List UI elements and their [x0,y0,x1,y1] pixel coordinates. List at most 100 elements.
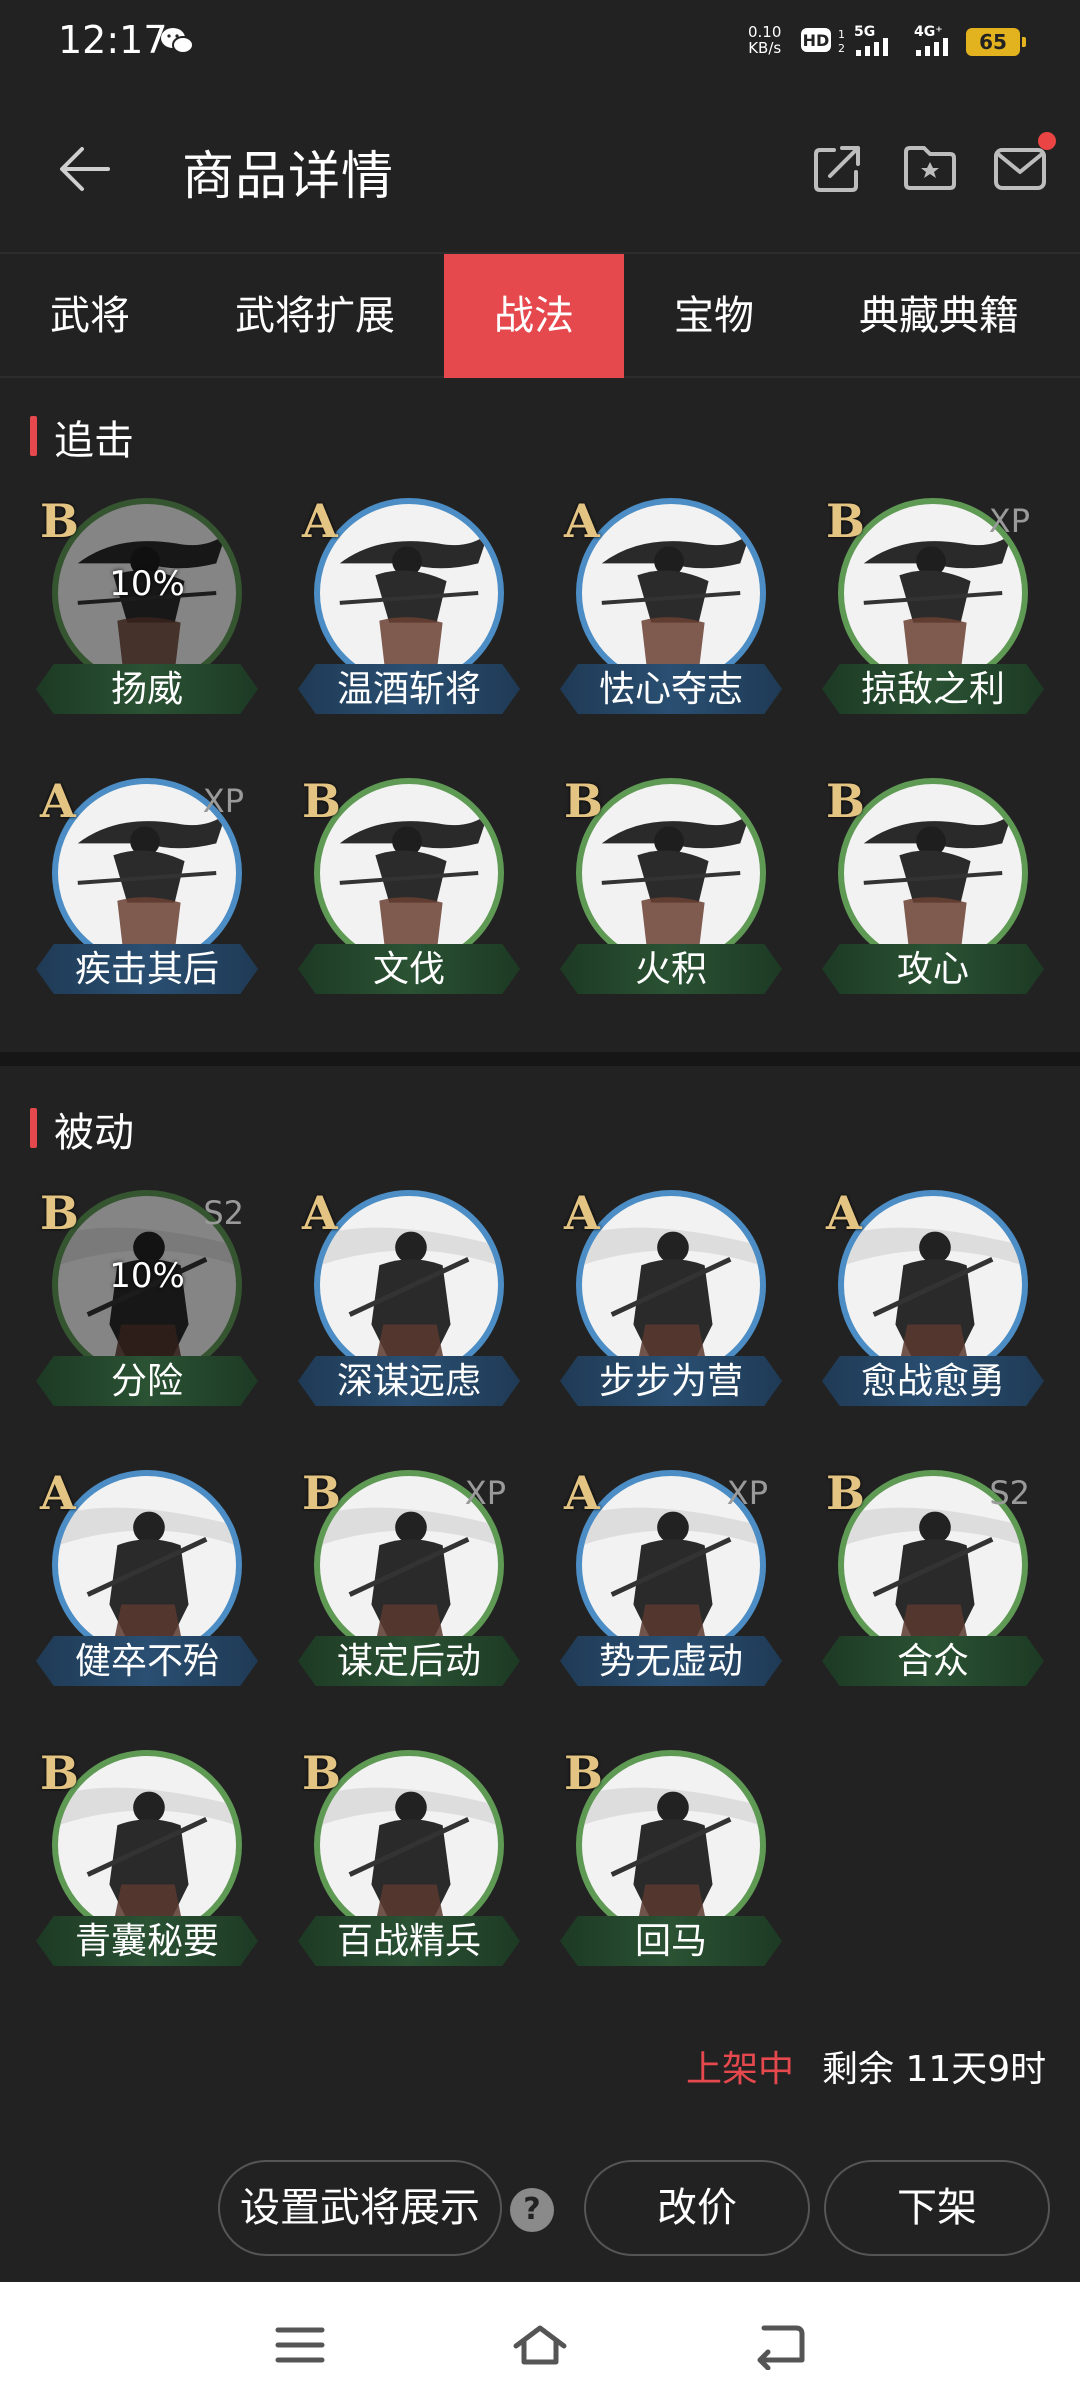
skill-portrait [314,778,504,968]
skill-grade-badge: A [40,1466,76,1520]
folder-star-icon[interactable] [900,138,960,198]
skill-grade-badge: B [302,774,341,828]
skill-card[interactable]: B XP 掠敌之利 [786,494,1044,754]
skill-grade-badge: A [302,494,338,548]
section-divider [0,1052,1080,1066]
skill-name: 回马 [634,1921,707,1962]
svg-text:5G: 5G [854,24,875,40]
skill-portrait [576,778,766,968]
skill-grade-badge: A [564,494,600,548]
skill-card[interactable]: B 青囊秘要 [0,1746,258,2006]
skill-card[interactable]: A 愈战愈勇 [786,1186,1044,1446]
skill-card[interactable]: A 怯心夺志 [524,494,782,754]
category-tabs: 武将 武将扩展 战法 宝物 典藏典籍 [0,252,1080,378]
skill-grade-badge: B [302,1466,341,1520]
skill-grade-badge: B [826,774,865,828]
skill-name: 健卒不殆 [74,1641,219,1682]
skill-portrait [576,1190,766,1380]
tab-generals-extension[interactable]: 武将扩展 [210,254,420,378]
skill-grade-badge: A [564,1186,600,1240]
skill-name: 掠敌之利 [860,669,1005,710]
section-title-pursuit: 追击 [30,408,134,466]
network-speed: 0.10 KB/s [748,23,782,57]
skill-season-tag: XP [726,1474,768,1512]
section-title-passive: 被动 [30,1100,134,1158]
warrior-portrait-icon [582,1787,760,1925]
home-icon[interactable] [510,2320,570,2370]
svg-text:4G⁺: 4G⁺ [914,24,943,40]
tab-tactics[interactable]: 战法 [444,254,624,378]
listing-status: 上架中 [686,2049,795,2090]
skill-grade-badge: A [40,774,76,828]
skill-card[interactable]: B 文伐 [262,774,520,1034]
skill-grade-badge: B [40,1186,79,1240]
menu-icon[interactable] [270,2320,330,2370]
tab-generals[interactable]: 武将 [0,254,180,378]
arrow-left-icon[interactable] [50,134,120,204]
skill-grade-badge: B [826,494,865,548]
skill-season-tag: XP [464,1474,506,1512]
skill-card[interactable]: A 健卒不殆 [0,1466,258,1726]
skill-card[interactable]: A XP 疾击其后 [0,774,258,1034]
wechat-icon [161,28,194,54]
warrior-portrait-icon [863,813,1013,953]
skill-card[interactable]: A XP 势无虚动 [524,1466,782,1726]
warrior-portrait-icon [339,813,489,953]
skill-card[interactable]: B S2 10% 分险 [0,1186,258,1446]
skill-card[interactable]: A 深谋远虑 [262,1186,520,1446]
skill-card[interactable]: B 百战精兵 [262,1746,520,2006]
skill-season-tag: S2 [989,1474,1030,1512]
skill-portrait [838,778,1028,968]
skill-grade-badge: B [564,1746,603,1800]
signal-5g-icon: 5G [854,24,888,56]
skill-card[interactable]: B XP 谋定后动 [262,1466,520,1726]
help-icon[interactable]: ? [510,2188,554,2232]
skill-portrait [52,1750,242,1940]
tab-collection-books[interactable]: 典藏典籍 [834,254,1044,378]
skill-name: 疾击其后 [74,949,219,990]
skill-name: 攻心 [896,949,969,990]
status-bar: 12:17 0.10 KB/s HD 1 2 5G 4G⁺ 65 [0,0,1080,84]
skill-name: 愈战愈勇 [860,1361,1005,1402]
change-price-button[interactable]: 改价 [584,2160,810,2256]
skill-card[interactable]: B 10% 扬威 [0,494,258,754]
skill-grade-badge: A [302,1186,338,1240]
skill-card[interactable]: B 火积 [524,774,782,1034]
warrior-portrait-icon [58,1507,236,1645]
skill-card[interactable]: B S2 合众 [786,1466,1044,1726]
skill-name: 温酒斩将 [336,669,481,710]
skill-portrait [314,1190,504,1380]
warrior-portrait-icon [601,813,751,953]
svg-text:1: 1 [838,28,844,41]
skill-grade-badge: B [564,774,603,828]
skill-progress-percent: 10% [109,1256,185,1296]
skill-name: 步步为营 [598,1361,743,1402]
warrior-portrait-icon [320,1787,498,1925]
skill-card[interactable]: B 回马 [524,1746,782,2006]
warrior-portrait-icon [844,1227,1022,1365]
skill-portrait [52,1470,242,1660]
skill-name: 谋定后动 [336,1641,481,1682]
skill-portrait [838,1190,1028,1380]
skill-grade-badge: A [826,1186,862,1240]
skill-portrait [576,1750,766,1940]
delist-button[interactable]: 下架 [824,2160,1050,2256]
tab-treasures[interactable]: 宝物 [624,254,804,378]
back-icon[interactable] [750,2320,810,2370]
warrior-portrait-icon [58,1787,236,1925]
skill-card[interactable]: B 攻心 [786,774,1044,1034]
skill-grade-badge: B [826,1466,865,1520]
set-general-display-button[interactable]: 设置武将展示 [218,2160,502,2256]
warrior-portrait-icon [601,533,751,673]
remaining-time: 剩余 11天9时 [822,2049,1047,2090]
svg-text:2: 2 [838,42,844,55]
share-icon[interactable] [808,138,868,198]
skill-progress-percent: 10% [109,564,185,604]
battery-indicator: 65 [966,28,1026,56]
skill-card[interactable]: A 温酒斩将 [262,494,520,754]
skill-card[interactable]: A 步步为营 [524,1186,782,1446]
skill-portrait [314,498,504,688]
skill-grade-badge: B [40,1746,79,1800]
warrior-portrait-icon [339,533,489,673]
skill-grade-badge: B [302,1746,341,1800]
